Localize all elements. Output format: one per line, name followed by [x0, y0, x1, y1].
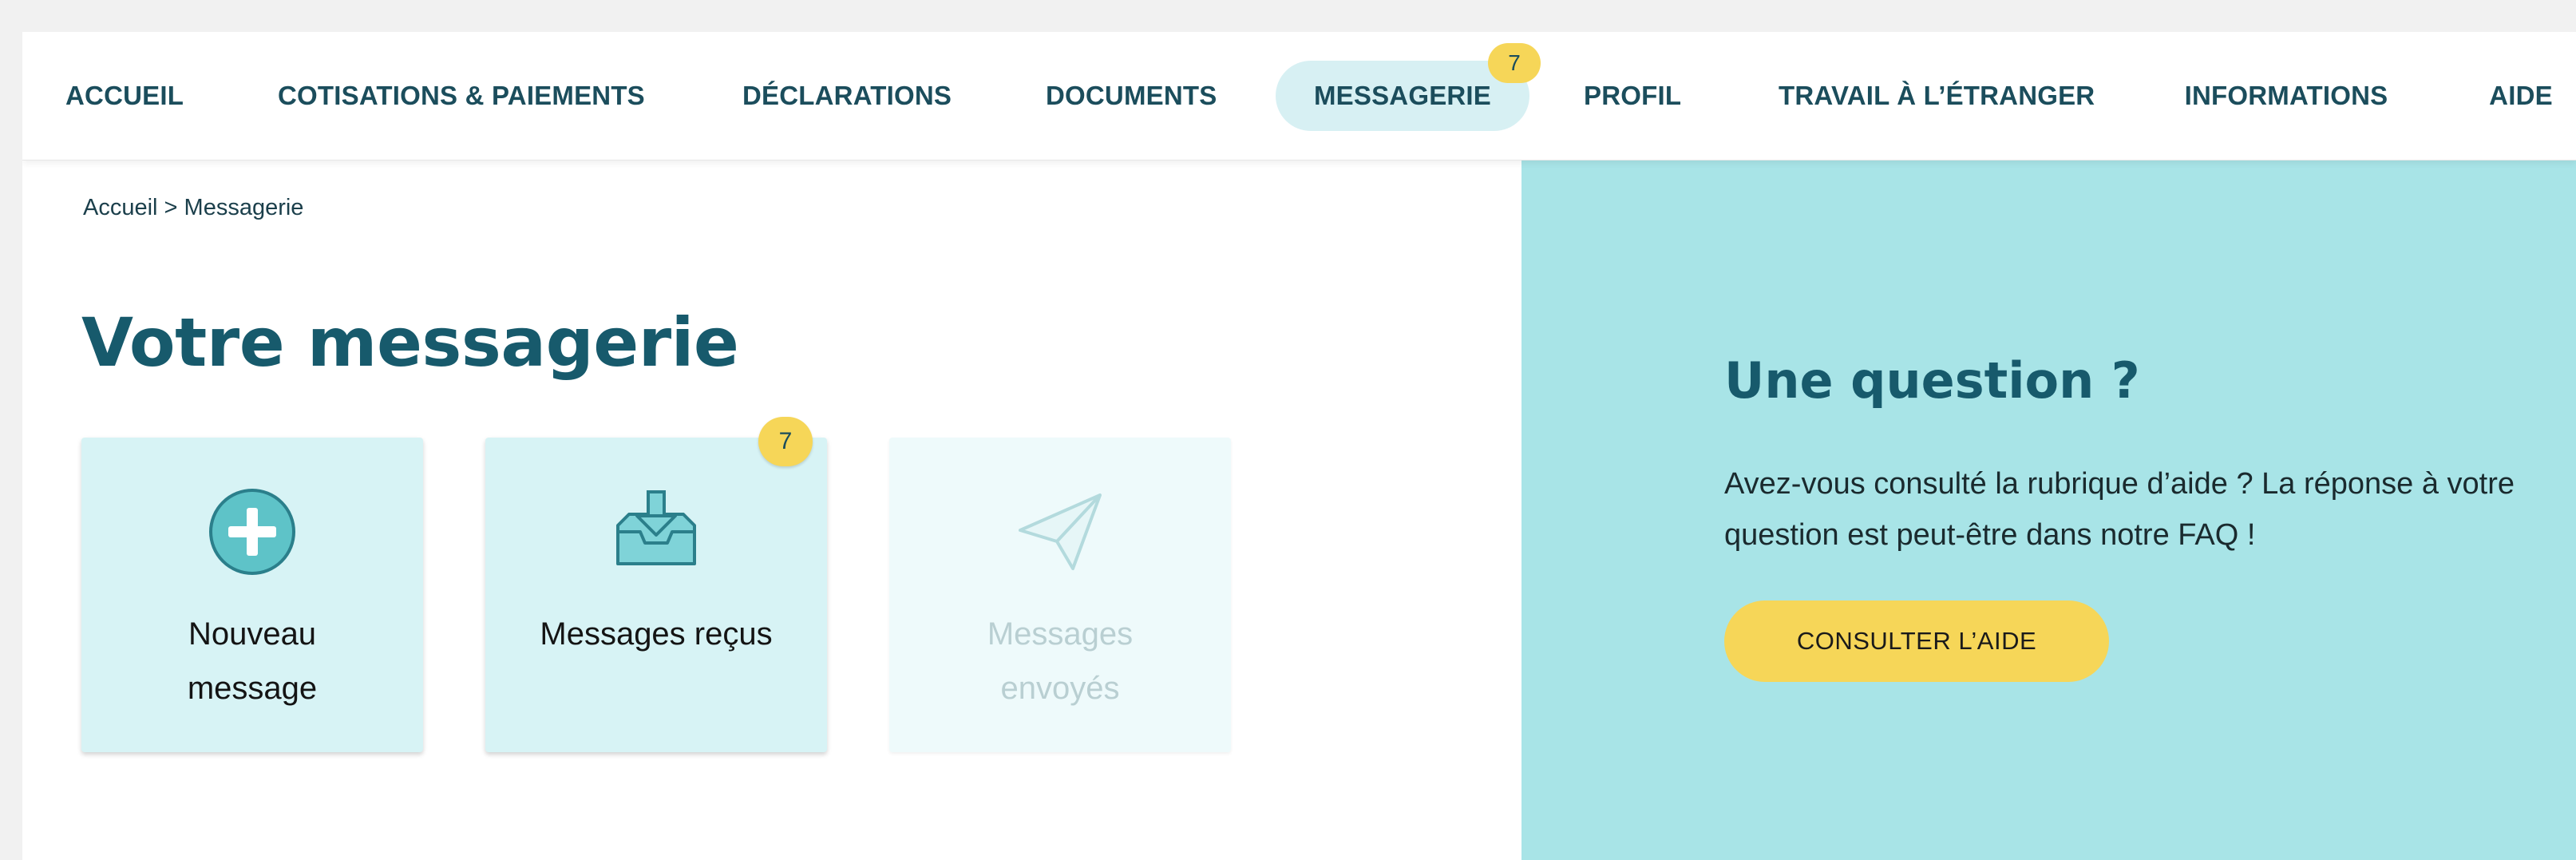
- page-title: Votre messagerie: [81, 303, 739, 382]
- help-title: Une question ?: [1724, 351, 2140, 410]
- messagerie-count-badge: 7: [1488, 43, 1541, 83]
- new-message-card[interactable]: Nouveau message: [81, 438, 423, 752]
- help-panel: Une question ? Avez-vous consulté la rub…: [1521, 160, 2576, 860]
- nav-item-documents[interactable]: DOCUMENTS: [1046, 61, 1217, 131]
- sent-messages-label: Messages envoyés: [987, 616, 1134, 706]
- help-text: Avez-vous consulté la rubrique d’aide ? …: [1724, 467, 2515, 552]
- app-window: ACCUEIL COTISATIONS & PAIEMENTS DÉCLARAT…: [22, 32, 2576, 860]
- received-messages-label: Messages reçus: [540, 616, 773, 652]
- inbox-icon: [616, 490, 696, 565]
- nav-item-declarations[interactable]: DÉCLARATIONS: [742, 61, 952, 131]
- nav-item-aide[interactable]: AIDE: [2489, 61, 2553, 131]
- new-message-label: Nouveau message: [187, 616, 318, 706]
- nav-item-cotisations[interactable]: COTISATIONS & PAIEMENTS: [278, 61, 645, 131]
- breadcrumb[interactable]: Accueil > Messagerie: [83, 195, 303, 221]
- received-messages-count-badge: 7: [758, 417, 813, 466]
- nav-item-accueil[interactable]: ACCUEIL: [65, 61, 184, 131]
- consult-help-button[interactable]: CONSULTER L’AIDE: [1724, 600, 2109, 682]
- main-nav: ACCUEIL COTISATIONS & PAIEMENTS DÉCLARAT…: [22, 32, 2576, 161]
- nav-item-messagerie-label: MESSAGERIE: [1313, 81, 1492, 110]
- nav-item-informations[interactable]: INFORMATIONS: [2184, 61, 2388, 131]
- plus-circle-icon: [209, 489, 295, 575]
- sent-messages-card: Messages envoyés: [889, 438, 1231, 752]
- received-messages-card[interactable]: Messages reçus 7: [485, 417, 827, 752]
- nav-item-profil[interactable]: PROFIL: [1584, 61, 1681, 131]
- paper-plane-icon: [1019, 493, 1102, 570]
- nav-item-travail-etranger[interactable]: TRAVAIL À L’ÉTRANGER: [1779, 61, 2095, 131]
